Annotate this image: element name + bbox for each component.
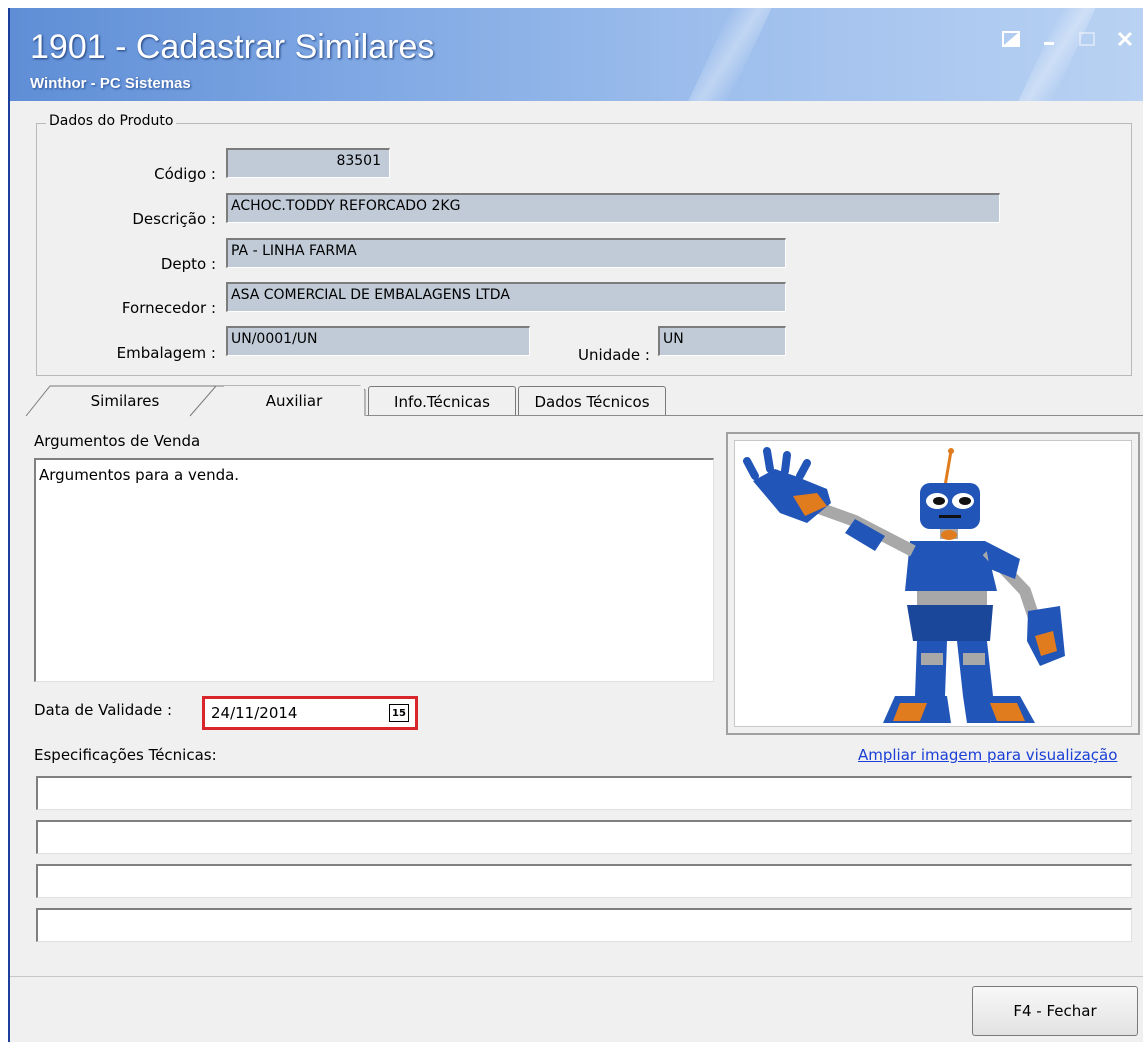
spec-field-4[interactable]: [36, 908, 1132, 942]
enlarge-image-link[interactable]: Ampliar imagem para visualização: [858, 746, 1117, 764]
descricao-field: ACHOC.TODDY REFORCADO 2KG: [226, 193, 1000, 223]
product-data-legend: Dados do Produto: [46, 113, 177, 129]
embalagem-field: UN/0001/UN: [226, 326, 530, 356]
depto-label: Depto :: [160, 255, 216, 273]
maximize-icon[interactable]: [1077, 30, 1097, 48]
robot-image: [743, 447, 1065, 723]
minimize-icon[interactable]: [1039, 30, 1059, 48]
depto-field: PA - LINHA FARMA: [226, 238, 786, 268]
validade-value: 24/11/2014: [211, 704, 298, 722]
tab-dados-tecnicos[interactable]: Dados Técnicos: [518, 386, 666, 416]
close-icon[interactable]: [1115, 30, 1135, 48]
validade-label: Data de Validade :: [34, 701, 173, 719]
tab-baseline: [366, 415, 1143, 416]
calendar-icon[interactable]: 15: [389, 704, 409, 722]
spec-field-1[interactable]: [36, 776, 1132, 810]
embalagem-label: Embalagem :: [116, 344, 216, 362]
fornecedor-label: Fornecedor :: [121, 299, 216, 317]
tab-info-tecnicas[interactable]: Info.Técnicas: [368, 386, 516, 416]
product-image: [734, 440, 1132, 727]
codigo-label: Código :: [154, 165, 216, 183]
main-window: 1901 - Cadastrar Similares Winthor - PC …: [8, 8, 1143, 1042]
window-title: 1901 - Cadastrar Similares: [30, 28, 435, 66]
title-bar: 1901 - Cadastrar Similares Winthor - PC …: [10, 8, 1143, 101]
restore-icon[interactable]: [1001, 30, 1021, 48]
tab-similares[interactable]: Similares: [50, 386, 200, 416]
specs-label: Especificações Técnicas:: [34, 746, 217, 764]
close-button[interactable]: F4 - Fechar: [972, 986, 1138, 1036]
window-controls: [1001, 30, 1135, 48]
spec-field-2[interactable]: [36, 820, 1132, 854]
codigo-field: 83501: [226, 148, 390, 178]
fornecedor-field: ASA COMERCIAL DE EMBALAGENS LTDA: [226, 282, 786, 312]
descricao-label: Descrição :: [132, 210, 216, 228]
argumentos-label: Argumentos de Venda: [34, 432, 201, 450]
product-image-panel: [726, 432, 1140, 735]
tab-auxiliar[interactable]: Auxiliar: [224, 386, 364, 416]
unidade-label: Unidade :: [578, 346, 650, 364]
window-subtitle: Winthor - PC Sistemas: [30, 75, 191, 92]
argumentos-textarea[interactable]: Argumentos para a venda.: [34, 458, 714, 682]
unidade-field: UN: [658, 326, 786, 356]
validade-date-picker[interactable]: 24/11/2014 15: [202, 696, 418, 730]
spec-field-3[interactable]: [36, 864, 1132, 898]
